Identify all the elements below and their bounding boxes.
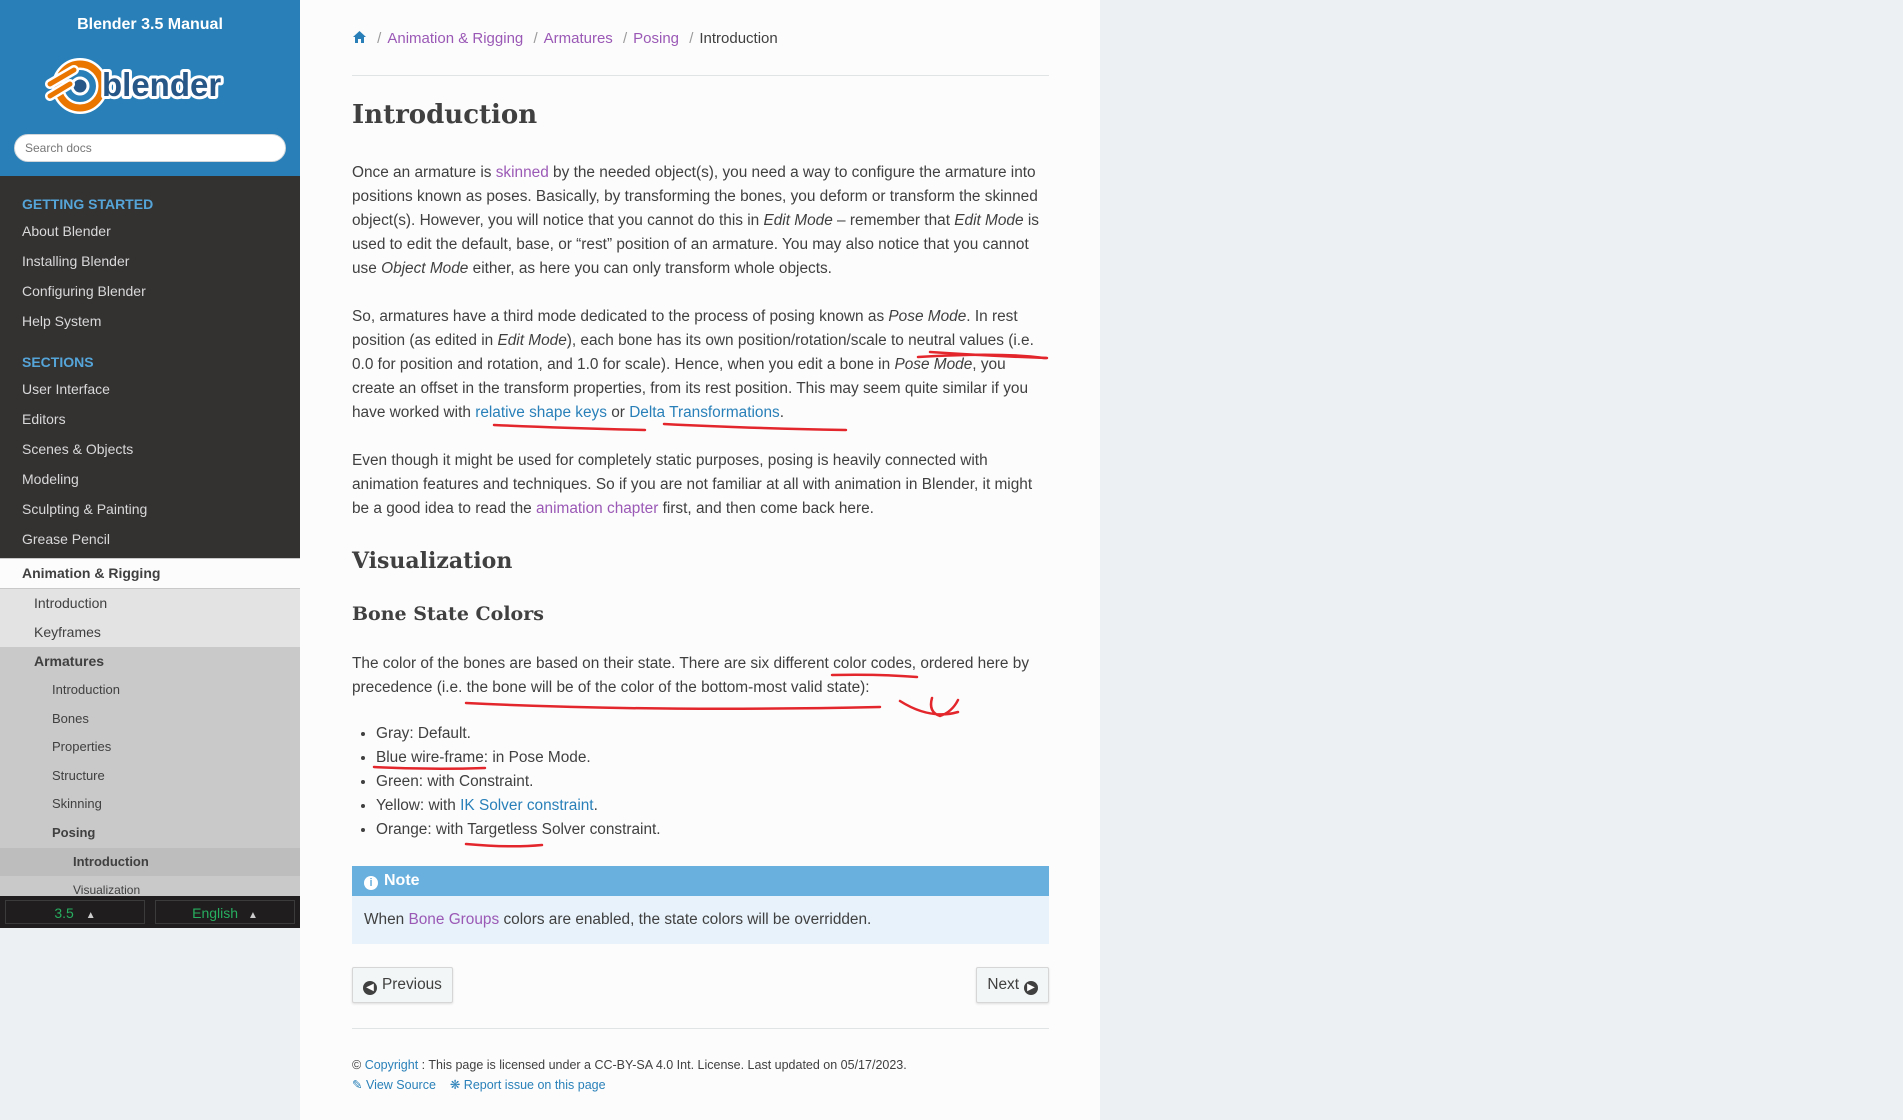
link-animation-chapter[interactable]: animation chapter bbox=[536, 500, 658, 517]
nav-grease-pencil[interactable]: Grease Pencil bbox=[0, 524, 300, 554]
nav-l4-introduction[interactable]: Introduction bbox=[0, 847, 300, 876]
link-view-source[interactable]: View Source bbox=[366, 1078, 436, 1092]
breadcrumb: / Animation & Rigging / Armatures / Posing … bbox=[352, 30, 778, 47]
info-icon: i bbox=[364, 876, 378, 890]
note-title: Note bbox=[384, 872, 420, 889]
heading-bone-state-colors: Bone State Colors bbox=[352, 603, 544, 625]
circle-arrow-left-icon: ◀ bbox=[363, 981, 377, 995]
nav-modeling[interactable]: Modeling bbox=[0, 464, 300, 494]
caret-up-icon: ▲ bbox=[247, 910, 258, 921]
paragraph-intro: Once an armature is skinned by the neede… bbox=[352, 164, 1039, 277]
caption-sections: SECTIONS bbox=[22, 354, 94, 370]
search-input[interactable] bbox=[14, 134, 286, 162]
nav-l3-introduction[interactable]: Introduction bbox=[0, 676, 300, 705]
link-relative-shape-keys[interactable]: relative shape keys bbox=[475, 404, 607, 421]
caret-up-icon: ▲ bbox=[85, 910, 96, 921]
page-title: Introduction bbox=[352, 100, 538, 130]
blender-logo[interactable]: blender blender bbox=[44, 50, 256, 122]
nav-l3-properties[interactable]: Properties bbox=[0, 733, 300, 762]
note-admonition: i Note When Bone Groups colors are enable… bbox=[352, 866, 1049, 944]
version-select[interactable]: 3.5 ▲ bbox=[5, 900, 145, 924]
footer: © Copyright : This page is licensed unde… bbox=[352, 1058, 907, 1092]
home-icon[interactable] bbox=[352, 30, 367, 44]
nav-editors[interactable]: Editors bbox=[0, 404, 300, 434]
nav-l3-skinning[interactable]: Skinning bbox=[0, 790, 300, 819]
list-item: Orange: with Targetless Solver constrain… bbox=[376, 818, 661, 842]
breadcrumb-armatures[interactable]: Armatures bbox=[544, 30, 613, 47]
caption-getting-started: GETTING STARTED bbox=[22, 196, 154, 212]
nav-scenes-objects[interactable]: Scenes & Objects bbox=[0, 434, 300, 464]
link-bone-groups[interactable]: Bone Groups bbox=[408, 911, 499, 928]
list-item: Green: with Constraint. bbox=[376, 770, 661, 794]
paragraph-bone-colors: The color of the bones are based on thei… bbox=[352, 655, 1030, 696]
nav-configuring-blender[interactable]: Configuring Blender bbox=[0, 276, 300, 306]
language-value: English bbox=[192, 905, 239, 921]
sidebar-header: Blender 3.5 Manual blender blender bbox=[0, 0, 300, 176]
nav-l2-introduction[interactable]: Introduction bbox=[0, 589, 300, 618]
next-button[interactable]: Next ▶ bbox=[976, 967, 1049, 1003]
language-select[interactable]: English ▲ bbox=[155, 900, 295, 924]
breadcrumb-posing[interactable]: Posing bbox=[633, 30, 679, 47]
bug-icon: ❋ bbox=[449, 1078, 461, 1092]
version-value: 3.5 bbox=[54, 905, 74, 921]
list-item: Blue wire-frame: in Pose Mode. bbox=[376, 746, 661, 770]
list-item: Yellow: with IK Solver constraint. bbox=[376, 794, 661, 818]
heading-visualization: Visualization bbox=[352, 548, 513, 574]
color-list: Gray: Default. Blue wire-frame: in Pose … bbox=[352, 722, 661, 842]
previous-button[interactable]: ◀ Previous bbox=[352, 967, 453, 1003]
nav-animation-rigging[interactable]: Animation & Rigging bbox=[0, 558, 300, 589]
divider bbox=[352, 75, 1049, 76]
nav-l3-bones[interactable]: Bones bbox=[0, 704, 300, 734]
breadcrumb-current: Introduction bbox=[699, 30, 778, 47]
link-skinned[interactable]: skinned bbox=[496, 164, 549, 181]
nav-about-blender[interactable]: About Blender bbox=[0, 216, 300, 246]
breadcrumb-animation-rigging[interactable]: Animation & Rigging bbox=[387, 30, 523, 47]
nav-help-system[interactable]: Help System bbox=[0, 306, 300, 336]
sidebar: Blender 3.5 Manual blender blender GETTI… bbox=[0, 0, 300, 928]
link-copyright[interactable]: Copyright bbox=[365, 1058, 419, 1072]
divider bbox=[352, 1028, 1049, 1029]
nav-l3-posing[interactable]: Posing bbox=[0, 818, 300, 848]
paragraph-pose-mode: So, armatures have a third mode dedicate… bbox=[352, 308, 1034, 421]
content-area: / Animation & Rigging / Armatures / Posing … bbox=[300, 0, 1100, 1120]
manual-title[interactable]: Blender 3.5 Manual bbox=[0, 0, 300, 34]
nav-l2-armatures[interactable]: Armatures bbox=[0, 647, 300, 676]
link-report-issue[interactable]: Report issue on this page bbox=[464, 1078, 606, 1092]
nav-installing-blender[interactable]: Installing Blender bbox=[0, 246, 300, 276]
paragraph-animation: Even though it might be used for complet… bbox=[352, 452, 1033, 517]
nav-user-interface[interactable]: User Interface bbox=[0, 374, 300, 404]
list-item: Gray: Default. bbox=[376, 722, 661, 746]
link-delta-transformations[interactable]: Delta Transformations bbox=[629, 404, 780, 421]
nav-sculpting-painting[interactable]: Sculpting & Painting bbox=[0, 494, 300, 524]
logo-wordmark-fill: blender bbox=[102, 66, 221, 103]
link-ik-solver-constraint[interactable]: IK Solver constraint bbox=[460, 797, 593, 814]
nav-l3-structure[interactable]: Structure bbox=[0, 761, 300, 791]
note-body: When Bone Groups colors are enabled, the… bbox=[364, 911, 872, 928]
nav-l2-keyframes[interactable]: Keyframes bbox=[0, 618, 300, 647]
edit-icon: ✎ bbox=[352, 1078, 363, 1092]
circle-arrow-right-icon: ▶ bbox=[1024, 981, 1038, 995]
version-switcher: 3.5 ▲ English ▲ bbox=[0, 896, 300, 928]
